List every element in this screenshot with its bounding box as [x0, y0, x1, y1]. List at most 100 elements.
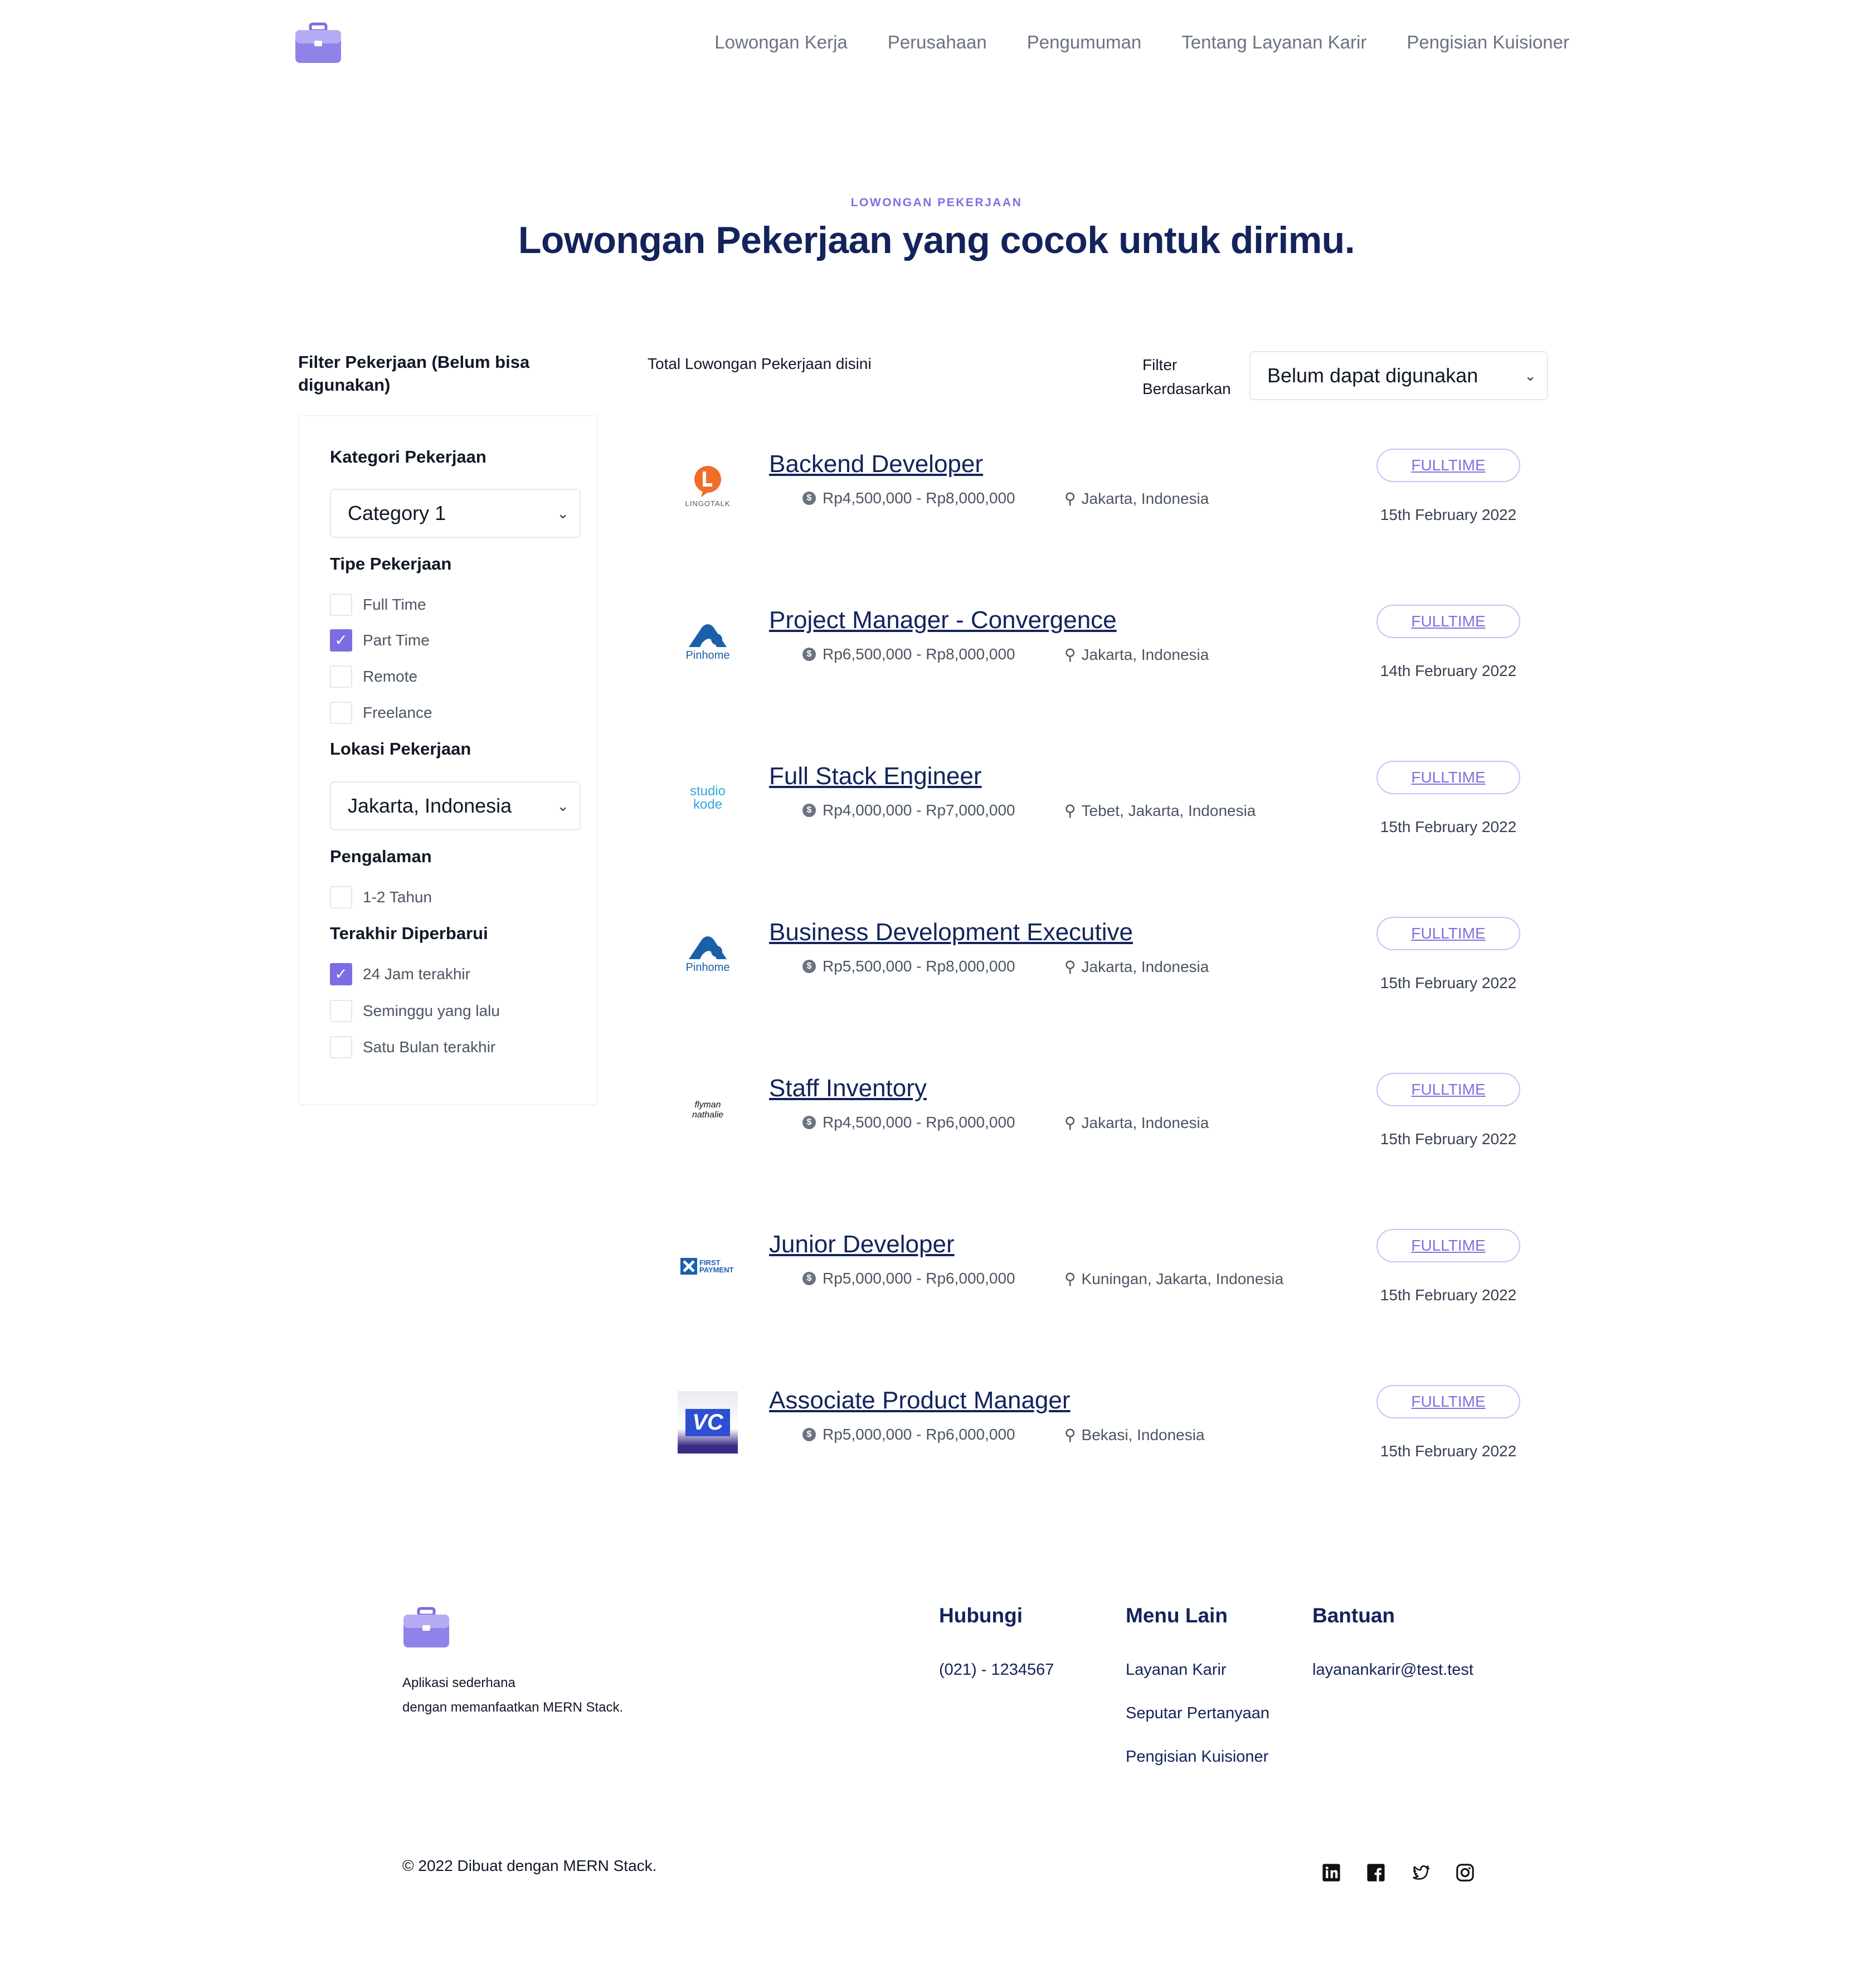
job-date: 15th February 2022 — [1380, 818, 1517, 835]
job-type-badge[interactable]: FULLTIME — [1376, 605, 1520, 638]
job-title-link[interactable]: Project Manager - Convergence — [769, 606, 1117, 634]
footer-briefcase-logo-icon[interactable] — [402, 1607, 450, 1649]
checkbox-box[interactable] — [330, 1000, 352, 1022]
checkbox-1-2-tahun[interactable]: 1-2 Tahun — [330, 886, 432, 908]
footer-menu-heading: Menu Lain — [1126, 1604, 1228, 1627]
job-salary: $ Rp5,000,000 - Rp6,000,000 — [802, 1270, 1015, 1287]
job-date: 15th February 2022 — [1380, 1442, 1517, 1460]
sort-label-line2: Berdasarkan — [1142, 380, 1231, 397]
nav-pengumuman[interactable]: Pengumuman — [1027, 32, 1141, 53]
map-pin-icon: ⚲ — [1064, 1426, 1076, 1443]
job-card[interactable]: VC Associate Product Manager $ Rp5,000,00… — [674, 1385, 1549, 1498]
check-icon[interactable]: ✓ — [330, 963, 352, 985]
logo-text: Pinhome — [685, 961, 730, 974]
checkbox-seminggu[interactable]: Seminggu yang lalu — [330, 1000, 500, 1022]
coin-icon: $ — [802, 960, 816, 973]
sort-label: Filter Berdasarkan — [1142, 353, 1231, 401]
logo-text: LINGOTALK — [685, 499, 731, 508]
checkbox-box[interactable] — [330, 665, 352, 688]
footer-email[interactable]: layanankarir@test.test — [1312, 1661, 1473, 1679]
category-select[interactable]: Category 1 ⌄ — [330, 489, 581, 538]
job-type-badge[interactable]: FULLTIME — [1376, 917, 1520, 950]
sidebar-title: Filter Pekerjaan (Belum bisa digunakan) — [298, 352, 530, 395]
checkbox-full-time[interactable]: Full Time — [330, 594, 426, 616]
salary-text: Rp5,500,000 - Rp8,000,000 — [823, 957, 1015, 975]
checkbox-box[interactable] — [330, 594, 352, 616]
nav-lowongan-kerja[interactable]: Lowongan Kerja — [714, 32, 848, 53]
check-icon[interactable]: ✓ — [330, 629, 352, 652]
job-type-badge[interactable]: FULLTIME — [1376, 1229, 1520, 1262]
job-title-link[interactable]: Backend Developer — [769, 450, 983, 478]
job-type-badge[interactable]: FULLTIME — [1376, 1073, 1520, 1106]
job-type-badge[interactable]: FULLTIME — [1376, 761, 1520, 794]
job-location: ⚲ Jakarta, Indonesia — [1064, 957, 1209, 976]
footer-link-layanan-karir[interactable]: Layanan Karir — [1126, 1661, 1227, 1679]
job-title-link[interactable]: Staff Inventory — [769, 1075, 927, 1102]
footer-phone[interactable]: (021) - 1234567 — [939, 1661, 1054, 1679]
checkbox-part-time[interactable]: ✓ Part Time — [330, 629, 430, 652]
checkbox-label: Seminggu yang lalu — [363, 1002, 500, 1019]
footer-link-seputar-pertanyaan[interactable]: Seputar Pertanyaan — [1126, 1704, 1269, 1723]
logo-text: flyman nathalie — [692, 1100, 724, 1120]
checkbox-satu-bulan[interactable]: Satu Bulan terakhir — [330, 1036, 495, 1058]
logo-text: Pinhome — [685, 649, 730, 662]
linkedin-icon[interactable] — [1322, 1863, 1341, 1882]
map-pin-icon: ⚲ — [1064, 802, 1076, 819]
briefcase-logo-icon[interactable] — [294, 22, 342, 64]
job-type-badge[interactable]: FULLTIME — [1376, 449, 1520, 482]
salary-text: Rp5,000,000 - Rp6,000,000 — [823, 1270, 1015, 1287]
twitter-icon[interactable] — [1411, 1863, 1430, 1882]
job-salary: $ Rp5,000,000 - Rp6,000,000 — [802, 1426, 1015, 1443]
footer-link-pengisian-kuisioner[interactable]: Pengisian Kuisioner — [1126, 1748, 1268, 1766]
total-jobs-label: Total Lowongan Pekerjaan disini — [648, 355, 872, 372]
job-card[interactable]: flyman nathalie Staff Inventory $ Rp4,500… — [674, 1073, 1549, 1186]
job-title-link[interactable]: Business Development Executive — [769, 918, 1133, 946]
facebook-icon[interactable] — [1366, 1863, 1385, 1882]
nav-perusahaan[interactable]: Perusahaan — [888, 32, 987, 53]
job-card[interactable]: LINGOTALK Backend Developer $ Rp4,500,000… — [674, 449, 1549, 562]
location-text: Tebet, Jakarta, Indonesia — [1081, 801, 1256, 819]
instagram-icon[interactable] — [1456, 1863, 1475, 1882]
sort-select[interactable]: Belum dapat digunakan ⌄ — [1249, 351, 1548, 400]
map-pin-icon: ⚲ — [1064, 958, 1076, 975]
main-nav: Lowongan Kerja Perusahaan Pengumuman Ten… — [714, 32, 1569, 53]
job-card[interactable]: Pinhome Business Development Executive $… — [674, 917, 1549, 1030]
job-location: ⚲ Jakarta, Indonesia — [1064, 645, 1209, 664]
map-pin-icon: ⚲ — [1064, 490, 1076, 507]
job-location: ⚲ Kuningan, Jakarta, Indonesia — [1064, 1270, 1283, 1288]
job-title-link[interactable]: Junior Developer — [769, 1231, 955, 1258]
salary-text: Rp6,500,000 - Rp8,000,000 — [823, 645, 1015, 663]
checkbox-box[interactable] — [330, 886, 352, 908]
location-text: Kuningan, Jakarta, Indonesia — [1081, 1270, 1284, 1287]
checkbox-label: Freelance — [363, 704, 432, 721]
nav-tentang-layanan-karir[interactable]: Tentang Layanan Karir — [1181, 32, 1366, 53]
chevron-down-icon: ⌄ — [1524, 367, 1536, 384]
sort-label-line1: Filter — [1142, 356, 1178, 373]
company-logo: FIRST PAYMENT — [674, 1233, 741, 1300]
coin-icon: $ — [802, 804, 816, 817]
location-label: Lokasi Pekerjaan — [330, 739, 471, 759]
checkbox-24-jam[interactable]: ✓ 24 Jam terakhir — [330, 963, 470, 985]
job-location: ⚲ Tebet, Jakarta, Indonesia — [1064, 801, 1256, 820]
job-card[interactable]: Pinhome Project Manager - Convergence $ R… — [674, 605, 1549, 718]
job-salary: $ Rp6,500,000 - Rp8,000,000 — [802, 645, 1015, 663]
hero-eyebrow: LOWONGAN PEKERJAAN — [850, 196, 1023, 209]
checkbox-remote[interactable]: Remote — [330, 665, 417, 688]
job-type-badge[interactable]: FULLTIME — [1376, 1385, 1520, 1418]
checkbox-box[interactable] — [330, 702, 352, 724]
nav-pengisian-kuisioner[interactable]: Pengisian Kuisioner — [1407, 32, 1569, 53]
filter-panel: Kategori Pekerjaan Category 1 ⌄ Tipe Pek… — [298, 415, 598, 1105]
page: Lowongan Kerja Perusahaan Pengumuman Ten… — [0, 0, 1873, 1988]
map-pin-icon: ⚲ — [1064, 1270, 1076, 1287]
job-card[interactable]: FIRST PAYMENT Junior Developer $ Rp5,000,… — [674, 1229, 1549, 1342]
location-select[interactable]: Jakarta, Indonesia ⌄ — [330, 781, 581, 830]
job-date: 15th February 2022 — [1380, 1286, 1517, 1304]
job-title-link[interactable]: Full Stack Engineer — [769, 762, 982, 790]
checkbox-freelance[interactable]: Freelance — [330, 702, 432, 724]
checkbox-box[interactable] — [330, 1036, 352, 1058]
copyright: © 2022 Dibuat dengan MERN Stack. — [402, 1857, 657, 1874]
updated-label: Terakhir Diperbarui — [330, 923, 488, 943]
job-title-link[interactable]: Associate Product Manager — [769, 1387, 1071, 1415]
coin-icon: $ — [802, 492, 816, 505]
job-card[interactable]: studio kode Full Stack Engineer $ Rp4,000… — [674, 761, 1549, 874]
